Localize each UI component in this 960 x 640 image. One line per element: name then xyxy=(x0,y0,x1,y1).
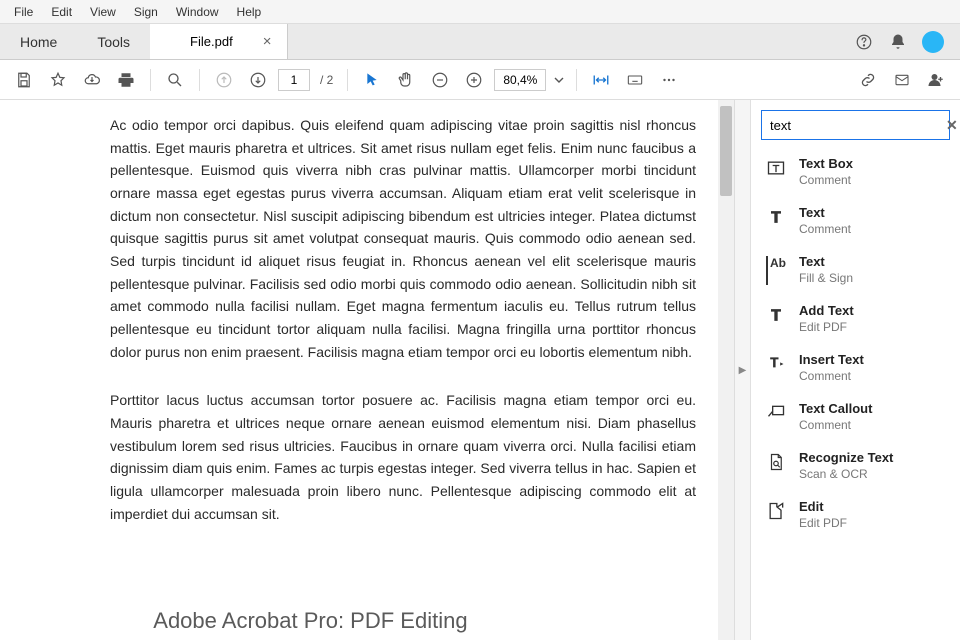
doc-paragraph: Porttitor lacus luctus accumsan tortor p… xyxy=(110,389,696,525)
result-title: Text xyxy=(799,205,851,220)
star-icon[interactable] xyxy=(44,66,72,94)
page-total-label: / 2 xyxy=(316,73,337,87)
search-input[interactable] xyxy=(770,118,946,133)
result-title: Add Text xyxy=(799,303,854,318)
add-person-icon[interactable] xyxy=(922,66,950,94)
zoom-out-icon[interactable] xyxy=(426,66,454,94)
page-down-icon[interactable] xyxy=(244,66,272,94)
result-sub: Scan & OCR xyxy=(799,467,893,481)
result-item[interactable]: Edit Edit PDF xyxy=(751,491,956,540)
result-sub: Comment xyxy=(799,418,872,432)
result-sub: Edit PDF xyxy=(799,320,854,334)
bell-icon[interactable] xyxy=(888,32,908,52)
zoom-input[interactable] xyxy=(494,69,546,91)
result-item[interactable]: Text Comment xyxy=(751,197,956,246)
tabbar: Home Tools File.pdf × xyxy=(0,24,960,60)
page-number-input[interactable] xyxy=(278,69,310,91)
result-item[interactable]: Insert Text Comment xyxy=(751,344,956,393)
result-sub: Comment xyxy=(799,173,853,187)
hand-icon[interactable] xyxy=(392,66,420,94)
mail-icon[interactable] xyxy=(888,66,916,94)
zoom-in-icon[interactable] xyxy=(460,66,488,94)
document-viewport[interactable]: Ac odio tempor orci dapibus. Quis eleife… xyxy=(0,100,734,640)
menu-file[interactable]: File xyxy=(6,3,41,21)
result-title: Text xyxy=(799,254,853,269)
result-title: Text Callout xyxy=(799,401,872,416)
doc-paragraph: Ac odio tempor orci dapibus. Quis eleife… xyxy=(110,114,696,363)
side-panel-toggle[interactable]: ▶ xyxy=(734,100,750,640)
result-icon xyxy=(765,156,787,187)
search-results: Text Box Comment Text Comment Ab Text Fill & S… xyxy=(751,148,960,640)
result-icon xyxy=(765,303,787,334)
result-sub: Fill & Sign xyxy=(799,271,853,285)
result-item[interactable]: Recognize Text Scan & OCR xyxy=(751,442,956,491)
result-item[interactable]: Text Callout Comment xyxy=(751,393,956,442)
result-icon xyxy=(765,205,787,236)
keyboard-icon[interactable] xyxy=(621,66,649,94)
tab-file-label: File.pdf xyxy=(190,34,233,49)
result-icon xyxy=(765,352,787,383)
result-title: Insert Text xyxy=(799,352,864,367)
result-title: Recognize Text xyxy=(799,450,893,465)
menu-edit[interactable]: Edit xyxy=(43,3,80,21)
result-sub: Comment xyxy=(799,222,851,236)
result-sub: Comment xyxy=(799,369,864,383)
save-icon[interactable] xyxy=(10,66,38,94)
menu-help[interactable]: Help xyxy=(229,3,270,21)
result-icon xyxy=(765,499,787,530)
tools-search-panel: ✕ Text Box Comment Text Comment Ab Text Fill &… xyxy=(750,100,960,640)
result-item[interactable]: Text Box Comment xyxy=(751,148,956,197)
watermark-label: Adobe Acrobat Pro: PDF Editing xyxy=(153,608,467,634)
doc-scrollbar[interactable] xyxy=(718,100,734,640)
cloud-icon[interactable] xyxy=(78,66,106,94)
result-item[interactable]: Ab Text Fill & Sign xyxy=(751,246,956,295)
avatar[interactable] xyxy=(922,31,944,53)
help-icon[interactable] xyxy=(854,32,874,52)
search-box: ✕ xyxy=(761,110,950,140)
page-up-icon[interactable] xyxy=(210,66,238,94)
menu-view[interactable]: View xyxy=(82,3,124,21)
main-area: ▶ Ac odio tempor orci dapibus. Quis elei… xyxy=(0,100,960,640)
result-icon: Ab xyxy=(765,254,787,285)
close-icon[interactable]: × xyxy=(263,33,272,50)
tab-file[interactable]: File.pdf × xyxy=(150,24,288,59)
print-icon[interactable] xyxy=(112,66,140,94)
menubar: File Edit View Sign Window Help xyxy=(0,0,960,24)
tab-home[interactable]: Home xyxy=(0,24,77,59)
tab-tools[interactable]: Tools xyxy=(77,24,150,59)
result-title: Text Box xyxy=(799,156,853,171)
search-icon[interactable] xyxy=(161,66,189,94)
result-icon xyxy=(765,450,787,481)
zoom-dropdown-icon[interactable] xyxy=(552,66,566,94)
result-title: Edit xyxy=(799,499,847,514)
more-icon[interactable] xyxy=(655,66,683,94)
link-icon[interactable] xyxy=(854,66,882,94)
toolbar: / 2 xyxy=(0,60,960,100)
pointer-icon[interactable] xyxy=(358,66,386,94)
result-sub: Edit PDF xyxy=(799,516,847,530)
result-icon xyxy=(765,401,787,432)
fit-width-icon[interactable] xyxy=(587,66,615,94)
menu-sign[interactable]: Sign xyxy=(126,3,166,21)
clear-search-icon[interactable]: ✕ xyxy=(946,117,958,134)
menu-window[interactable]: Window xyxy=(168,3,227,21)
result-item[interactable]: Add Text Edit PDF xyxy=(751,295,956,344)
